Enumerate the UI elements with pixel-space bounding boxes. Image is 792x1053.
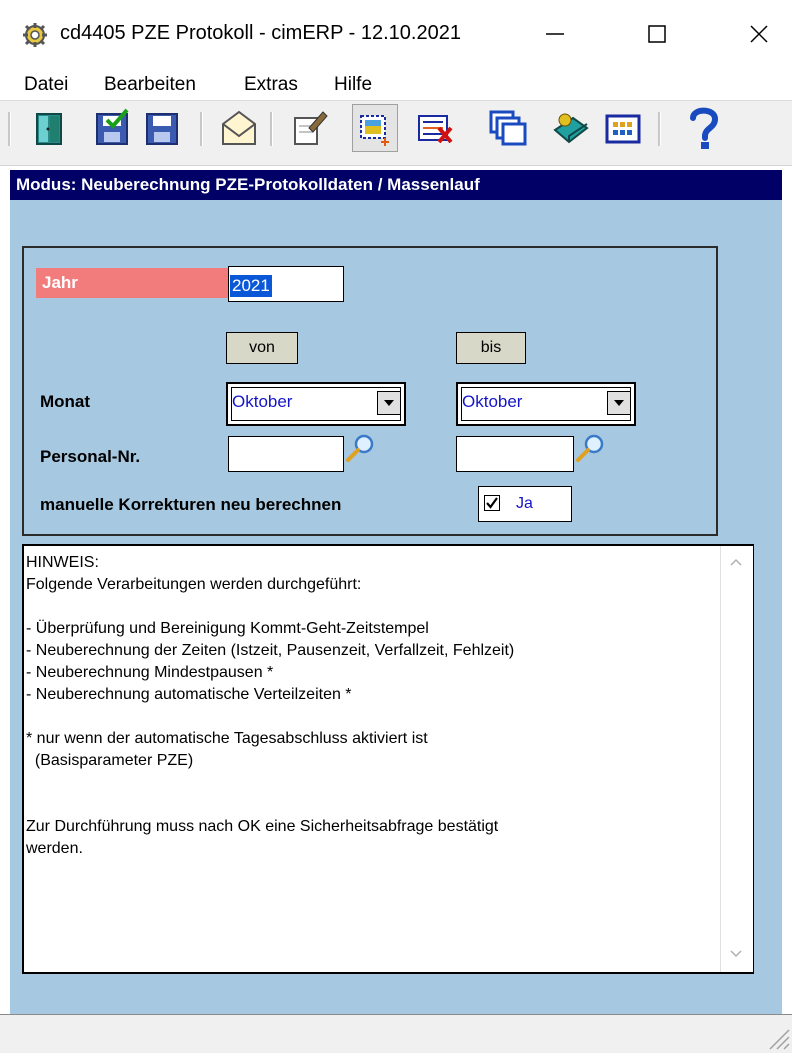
calendar-button[interactable] bbox=[600, 104, 646, 152]
resize-grip-icon[interactable] bbox=[764, 1022, 790, 1050]
dropdown-arrow-icon bbox=[614, 400, 624, 406]
save-icon bbox=[146, 113, 178, 145]
toolbar-separator bbox=[270, 112, 273, 146]
toolbar-separator bbox=[8, 112, 11, 146]
minimize-button[interactable] bbox=[522, 10, 588, 58]
delete-button[interactable] bbox=[412, 104, 458, 152]
mode-title: Modus: Neuberechnung PZE-Protokolldaten … bbox=[16, 175, 480, 194]
monat-von-value: Oktober bbox=[232, 392, 293, 411]
gear-icon bbox=[23, 23, 47, 47]
monat-bis-select[interactable]: Oktober bbox=[456, 382, 636, 426]
scroll-up-button[interactable] bbox=[720, 552, 752, 572]
window-title: cd4405 PZE Protokoll - cimERP - 12.10.20… bbox=[60, 22, 461, 44]
chevron-down-icon bbox=[730, 950, 742, 958]
scroll-down-button[interactable] bbox=[720, 944, 752, 964]
status-bar bbox=[0, 1014, 792, 1053]
toolbar-separator bbox=[658, 112, 661, 146]
korrekturen-value: Ja bbox=[516, 495, 533, 512]
print-button[interactable] bbox=[548, 104, 594, 152]
save-close-button[interactable] bbox=[90, 104, 136, 152]
toolbar-separator bbox=[200, 112, 203, 146]
exit-button[interactable] bbox=[26, 104, 72, 152]
hinweis-scrollbar[interactable] bbox=[720, 546, 753, 972]
new-selection-button[interactable] bbox=[352, 104, 398, 152]
menu-extras[interactable]: Extras bbox=[244, 74, 298, 96]
bis-header: bis bbox=[456, 332, 526, 364]
delete-record-icon bbox=[418, 115, 453, 144]
help-icon bbox=[690, 107, 719, 149]
new-selection-icon bbox=[360, 115, 389, 146]
mail-button[interactable] bbox=[216, 104, 262, 152]
monat-bis-value: Oktober bbox=[462, 392, 523, 411]
jahr-label: Jahr bbox=[42, 273, 78, 292]
windows-icon bbox=[489, 110, 527, 146]
print-book-icon bbox=[553, 113, 589, 144]
monat-von-select[interactable]: Oktober bbox=[226, 382, 406, 426]
maximize-button[interactable] bbox=[624, 10, 690, 58]
exit-door-icon bbox=[36, 113, 62, 145]
dropdown-arrow-icon bbox=[384, 400, 394, 406]
close-icon bbox=[750, 25, 768, 43]
close-button[interactable] bbox=[726, 10, 792, 58]
monat-label: Monat bbox=[40, 392, 91, 411]
chevron-up-icon bbox=[730, 558, 742, 566]
mail-icon bbox=[222, 110, 256, 145]
personal-nr-bis-input[interactable] bbox=[456, 436, 574, 472]
von-header: von bbox=[226, 332, 298, 364]
save-button[interactable] bbox=[140, 104, 186, 152]
edit-button[interactable] bbox=[286, 104, 332, 152]
monat-bis-dropdown-button[interactable] bbox=[607, 391, 631, 415]
menu-bearbeiten[interactable]: Bearbeiten bbox=[104, 74, 196, 96]
menu-datei[interactable]: Datei bbox=[24, 74, 68, 96]
personal-nr-label: Personal-Nr. bbox=[40, 447, 141, 466]
help-button[interactable] bbox=[680, 104, 726, 152]
menu-hilfe[interactable]: Hilfe bbox=[334, 74, 372, 96]
minimize-icon bbox=[546, 33, 564, 35]
edit-document-icon bbox=[294, 111, 328, 145]
personal-nr-von-input[interactable] bbox=[228, 436, 344, 472]
hinweis-text: HINWEIS: Folgende Verarbeitungen werden … bbox=[26, 554, 515, 857]
korrekturen-label: manuelle Korrekturen neu berechnen bbox=[40, 495, 342, 514]
search-icon[interactable] bbox=[574, 432, 606, 464]
korrekturen-checkbox[interactable] bbox=[484, 495, 500, 511]
search-icon[interactable] bbox=[344, 432, 376, 464]
save-check-icon bbox=[96, 108, 129, 145]
windows-button[interactable] bbox=[484, 104, 530, 152]
monat-von-dropdown-button[interactable] bbox=[377, 391, 401, 415]
maximize-icon bbox=[648, 25, 666, 43]
calendar-grid-icon bbox=[605, 114, 641, 144]
checkmark-icon bbox=[486, 497, 498, 509]
jahr-value[interactable]: 2021 bbox=[230, 275, 272, 297]
